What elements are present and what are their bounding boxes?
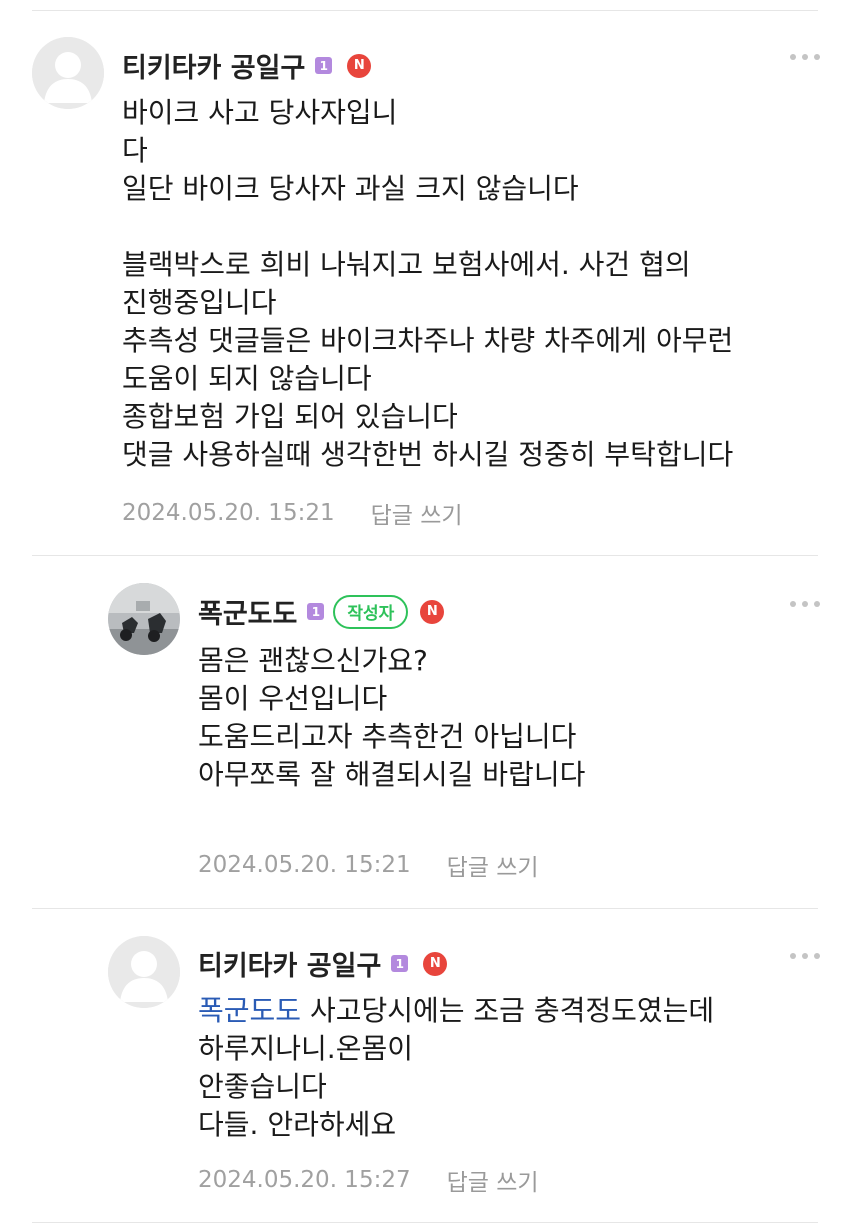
nickname[interactable]: 티키타카 공일구: [122, 46, 305, 85]
reply-button[interactable]: 답글 쓰기: [371, 496, 463, 530]
new-badge-icon: N: [420, 599, 445, 624]
comment-header: 폭군도도 1 작성자 N: [198, 592, 445, 631]
new-badge-icon: N: [347, 53, 372, 78]
timestamp: 2024.05.20. 15:21: [198, 852, 411, 878]
divider-2: [32, 908, 818, 909]
divider-bottom: [32, 1222, 818, 1223]
divider-top: [32, 10, 818, 11]
more-options-icon[interactable]: [790, 949, 820, 963]
new-badge-icon: N: [423, 951, 448, 976]
comment-footer: 2024.05.20. 15:27 답글 쓰기: [198, 1163, 539, 1197]
nickname[interactable]: 티키타카 공일구: [198, 944, 381, 983]
reply-button[interactable]: 답글 쓰기: [447, 1163, 539, 1197]
level-badge-icon: 1: [315, 57, 333, 74]
comment-footer: 2024.05.20. 15:21 답글 쓰기: [198, 848, 539, 882]
nickname[interactable]: 폭군도도: [198, 592, 297, 631]
comment-text: 폭군도도 사고당시에는 조금 충격정도였는데 하루지나니.온몸이 안좋습니다 다…: [198, 994, 715, 1141]
level-badge-icon: 1: [391, 955, 409, 972]
author-tag: 작성자: [333, 594, 409, 629]
comment-header: 티키타카 공일구 1 N: [122, 46, 372, 85]
divider-1: [32, 555, 818, 556]
comment-text: 바이크 사고 당사자입니 다 일단 바이크 당사자 과실 크지 않습니다 블랙박…: [122, 96, 734, 471]
more-options-icon[interactable]: [790, 50, 820, 64]
mention-link[interactable]: 폭군도도: [198, 994, 301, 1027]
comment-footer: 2024.05.20. 15:21 답글 쓰기: [122, 496, 463, 530]
default-avatar-icon[interactable]: [32, 37, 104, 109]
timestamp: 2024.05.20. 15:27: [198, 1167, 411, 1193]
comment-text: 몸은 괜찮으신가요? 몸이 우선입니다 도움드리고자 추측한건 아닙니다 아무쪼…: [198, 644, 586, 791]
reply-button[interactable]: 답글 쓰기: [447, 848, 539, 882]
motorcycle-photo-avatar[interactable]: [108, 583, 180, 655]
comment-header: 티키타카 공일구 1 N: [198, 944, 448, 983]
default-avatar-icon[interactable]: [108, 936, 180, 1008]
timestamp: 2024.05.20. 15:21: [122, 500, 335, 526]
more-options-icon[interactable]: [790, 597, 820, 611]
level-badge-icon: 1: [307, 603, 325, 620]
